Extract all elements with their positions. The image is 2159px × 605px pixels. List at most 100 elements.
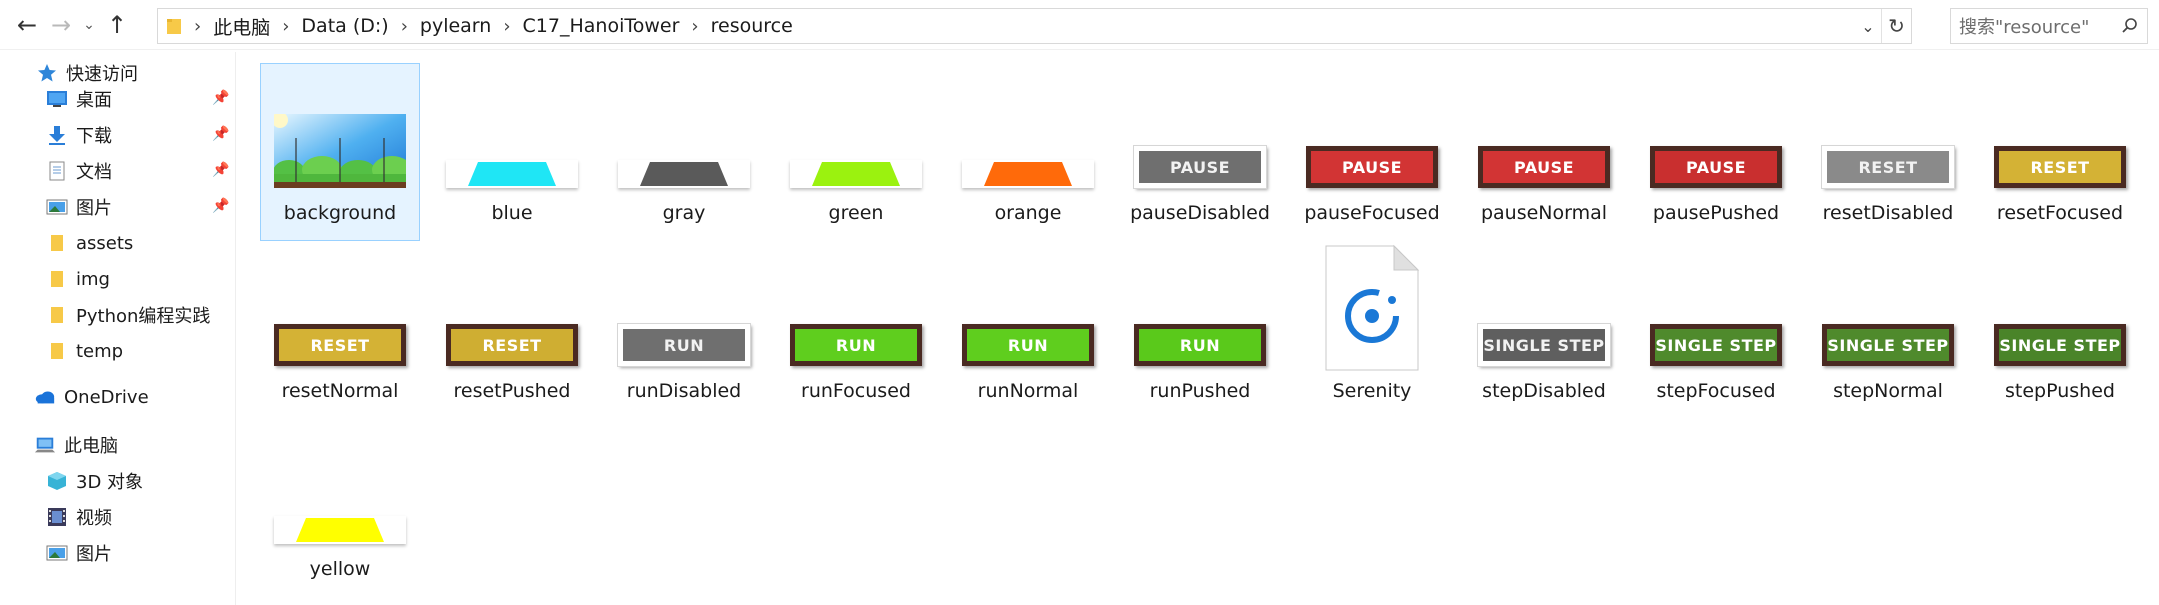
- pin-icon[interactable]: 📌: [212, 90, 229, 106]
- file-thumbnail: RESET: [1981, 64, 2139, 194]
- breadcrumb-separator[interactable]: ›: [282, 16, 289, 37]
- file-item[interactable]: SINGLE STEP stepDisabled: [1465, 242, 1623, 418]
- sidebar-item-img[interactable]: img: [46, 264, 110, 294]
- document-file-icon: [1325, 244, 1420, 371]
- sidebar-label: 3D 对象: [76, 472, 144, 493]
- pin-icon[interactable]: 📌: [212, 126, 229, 142]
- button-image-text: RESET: [1858, 157, 1918, 177]
- file-item[interactable]: PAUSE pauseFocused: [1293, 64, 1451, 240]
- breadcrumb-pylearn[interactable]: pylearn: [420, 15, 491, 37]
- breadcrumb-separator[interactable]: ›: [194, 16, 201, 37]
- sidebar-item-3d-objects[interactable]: 3D 对象: [46, 466, 143, 496]
- search-box[interactable]: 搜索"resource": [1950, 8, 2148, 44]
- file-item[interactable]: RESET resetNormal: [261, 242, 419, 418]
- breadcrumb-resource[interactable]: resource: [711, 15, 793, 37]
- file-name: pauseDisabled: [1130, 202, 1270, 224]
- pin-icon[interactable]: 📌: [212, 162, 229, 178]
- file-name: stepDisabled: [1482, 380, 1606, 402]
- computer-icon: [34, 435, 56, 455]
- forward-button[interactable]: →: [44, 5, 78, 45]
- recent-locations-button[interactable]: ⌄: [78, 5, 100, 45]
- back-button[interactable]: ←: [10, 5, 44, 45]
- breadcrumb-this-pc[interactable]: 此电脑: [213, 13, 270, 40]
- sidebar-item-downloads[interactable]: 下载: [46, 120, 112, 150]
- folder-icon: [46, 341, 68, 361]
- file-item[interactable]: SINGLE STEP stepPushed: [1981, 242, 2139, 418]
- file-item[interactable]: orange: [949, 64, 1107, 240]
- button-image-text: PAUSE: [1341, 157, 1403, 177]
- button-image-text: SINGLE STEP: [1655, 335, 1777, 355]
- up-arrow-icon: ↑: [106, 10, 128, 39]
- sidebar-item-pictures[interactable]: 图片: [46, 192, 112, 222]
- address-bar[interactable]: › 此电脑 › Data (D:) › pylearn › C17_HanoiT…: [157, 8, 1912, 44]
- breadcrumb-data-drive[interactable]: Data (D:): [301, 15, 388, 37]
- file-thumbnail: SINGLE STEP: [1465, 242, 1623, 372]
- button-image-text: RUN: [1179, 335, 1221, 355]
- folder-icon: [46, 269, 68, 289]
- sidebar-label: temp: [76, 340, 124, 362]
- file-item[interactable]: blue: [433, 64, 591, 240]
- file-name: runPushed: [1149, 380, 1251, 402]
- file-item[interactable]: RUN runPushed: [1121, 242, 1279, 418]
- sidebar-item-onedrive[interactable]: OneDrive: [34, 382, 149, 412]
- file-item[interactable]: Serenity: [1293, 242, 1451, 418]
- sidebar-label: 此电脑: [64, 436, 118, 457]
- forward-arrow-icon: →: [50, 10, 72, 39]
- file-thumbnail: SINGLE STEP: [1809, 242, 1967, 372]
- file-item[interactable]: RESET resetPushed: [433, 242, 591, 418]
- breadcrumb-separator[interactable]: ›: [503, 16, 510, 37]
- sidebar-item-python-practice[interactable]: Python编程实践: [46, 300, 210, 330]
- button-image-text: RESET: [482, 335, 542, 355]
- sidebar-item-videos[interactable]: 视频: [46, 502, 112, 532]
- file-explorer-window: ← → ⌄ ↑ › 此电脑 › Data (D:) › pylearn › C1…: [0, 0, 2159, 605]
- file-name: resetFocused: [1996, 202, 2124, 224]
- file-item[interactable]: SINGLE STEP stepNormal: [1809, 242, 1967, 418]
- file-name: Serenity: [1332, 380, 1412, 402]
- sidebar-item-temp[interactable]: temp: [46, 336, 123, 366]
- file-name: gray: [662, 202, 706, 224]
- pin-icon[interactable]: 📌: [212, 198, 229, 214]
- file-thumbnail: [949, 64, 1107, 194]
- file-item[interactable]: background: [260, 63, 420, 241]
- file-thumbnail: PAUSE: [1637, 64, 1795, 194]
- file-name: green: [828, 202, 884, 224]
- file-item[interactable]: yellow: [261, 420, 419, 596]
- file-item[interactable]: RESET resetDisabled: [1809, 64, 1967, 240]
- sidebar-label: img: [76, 268, 110, 290]
- file-item[interactable]: PAUSE pauseNormal: [1465, 64, 1623, 240]
- file-item[interactable]: PAUSE pausePushed: [1637, 64, 1795, 240]
- file-name: resetDisabled: [1822, 202, 1954, 224]
- sidebar-label: OneDrive: [64, 386, 149, 408]
- sidebar-item-assets[interactable]: assets: [46, 228, 133, 258]
- file-item[interactable]: RUN runNormal: [949, 242, 1107, 418]
- refresh-icon[interactable]: ↻: [1881, 9, 1911, 43]
- sidebar-item-pictures-pc[interactable]: 图片: [46, 538, 112, 568]
- file-item[interactable]: PAUSE pauseDisabled: [1121, 64, 1279, 240]
- sidebar-label: 图片: [76, 544, 112, 565]
- file-item[interactable]: RESET resetFocused: [1981, 64, 2139, 240]
- back-arrow-icon: ←: [16, 10, 38, 39]
- breadcrumb-separator[interactable]: ›: [401, 16, 408, 37]
- breadcrumb-separator[interactable]: ›: [691, 16, 698, 37]
- folder-icon: [46, 233, 68, 253]
- file-name: runDisabled: [626, 380, 742, 402]
- search-icon[interactable]: [2121, 17, 2139, 35]
- file-item[interactable]: RUN runFocused: [777, 242, 935, 418]
- file-item[interactable]: SINGLE STEP stepFocused: [1637, 242, 1795, 418]
- sidebar-item-this-pc[interactable]: 此电脑: [34, 430, 118, 460]
- sidebar-label: 下载: [76, 126, 112, 147]
- up-button[interactable]: ↑: [100, 5, 134, 45]
- desktop-icon: [46, 89, 68, 109]
- file-thumbnail: [261, 64, 419, 194]
- file-item[interactable]: RUN runDisabled: [605, 242, 763, 418]
- sidebar-item-desktop[interactable]: 桌面: [46, 84, 112, 114]
- address-history-dropdown[interactable]: ⌄: [1855, 17, 1881, 36]
- file-thumbnail: [605, 64, 763, 194]
- file-name: stepFocused: [1656, 380, 1776, 402]
- file-item[interactable]: gray: [605, 64, 763, 240]
- breadcrumb-hanoitower[interactable]: C17_HanoiTower: [523, 15, 680, 37]
- file-item[interactable]: green: [777, 64, 935, 240]
- download-icon: [46, 125, 68, 145]
- button-image-text: PAUSE: [1513, 157, 1575, 177]
- sidebar-item-documents[interactable]: 文档: [46, 156, 112, 186]
